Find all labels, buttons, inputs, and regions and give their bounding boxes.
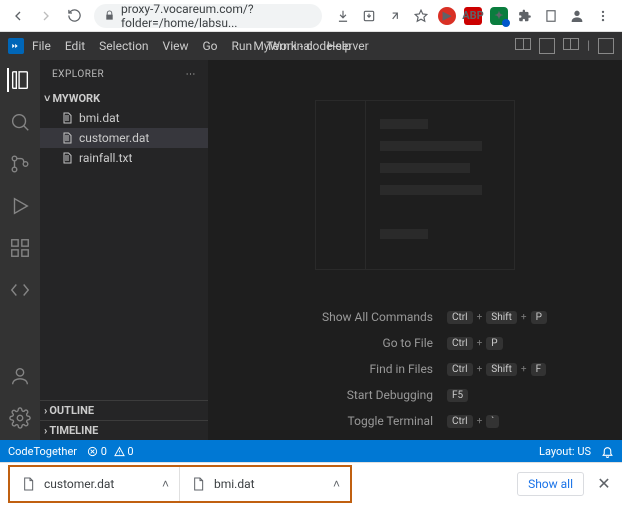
bell-icon[interactable] bbox=[601, 445, 614, 458]
file-item[interactable]: rainfall.txt bbox=[40, 148, 208, 168]
search-icon[interactable] bbox=[8, 110, 32, 134]
chevron-up-icon[interactable]: ˄ bbox=[162, 477, 169, 491]
vscode-window: File Edit Selection View Go Run Terminal… bbox=[0, 32, 622, 462]
bookmark-square-icon[interactable] bbox=[542, 7, 560, 25]
browser-extensions: ▶ ABP ✦ bbox=[330, 7, 616, 25]
file-item[interactable]: customer.dat bbox=[40, 128, 208, 148]
download-shelf: customer.dat ˄ bmi.dat ˄ Show all ✕ bbox=[0, 462, 622, 504]
install-icon[interactable] bbox=[360, 7, 378, 25]
file-name: customer.dat bbox=[79, 131, 149, 145]
menu-run[interactable]: Run bbox=[232, 39, 253, 53]
kebab-icon[interactable] bbox=[594, 7, 612, 25]
menu-file[interactable]: File bbox=[32, 39, 51, 53]
titlebar: File Edit Selection View Go Run Terminal… bbox=[0, 32, 622, 60]
extension-icon[interactable]: ▶ bbox=[438, 7, 456, 25]
download-filename: customer.dat bbox=[44, 477, 114, 491]
menu-edit[interactable]: Edit bbox=[65, 39, 85, 53]
extensions-puzzle-icon[interactable] bbox=[516, 7, 534, 25]
layout-panel-icon[interactable] bbox=[539, 38, 555, 54]
app-logo-icon bbox=[8, 38, 24, 54]
download-filename: bmi.dat bbox=[214, 477, 255, 491]
lock-icon bbox=[104, 10, 115, 21]
status-problems[interactable]: 0 0 bbox=[87, 445, 134, 458]
file-name: rainfall.txt bbox=[79, 151, 132, 165]
chevron-right-icon: › bbox=[44, 424, 47, 437]
accounts-icon[interactable] bbox=[8, 364, 32, 388]
timeline-section[interactable]: ›TIMELINE bbox=[40, 420, 208, 440]
outline-section[interactable]: ›OUTLINE bbox=[40, 400, 208, 420]
project-name: MYWORK bbox=[52, 92, 100, 105]
menu-selection[interactable]: Selection bbox=[99, 39, 148, 53]
abp-icon[interactable]: ABP bbox=[464, 7, 482, 25]
file-icon bbox=[20, 476, 36, 492]
project-header[interactable]: ˅ MYWORK bbox=[40, 88, 208, 108]
cmd-start-debugging: Start Debugging F5 bbox=[208, 388, 622, 402]
window-title: MyWork - code-server bbox=[253, 39, 368, 53]
activity-bar bbox=[0, 60, 40, 440]
url-text: proxy-7.vocareum.com/?folder=/home/labsu… bbox=[121, 2, 312, 30]
source-control-icon[interactable] bbox=[8, 152, 32, 176]
star-icon[interactable] bbox=[412, 7, 430, 25]
welcome-commands: Show All Commands Ctrl+Shift+P Go to Fil… bbox=[208, 310, 622, 428]
explorer-sidebar: EXPLORER ⋯ ˅ MYWORK bmi.dat customer.dat… bbox=[40, 60, 208, 440]
file-icon bbox=[60, 151, 74, 165]
reload-button[interactable] bbox=[62, 4, 86, 28]
share-icon[interactable] bbox=[386, 7, 404, 25]
cmd-toggle-terminal: Toggle Terminal Ctrl+` bbox=[208, 414, 622, 428]
more-icon[interactable]: ⋯ bbox=[186, 69, 197, 80]
file-name: bmi.dat bbox=[79, 111, 120, 125]
outline-label: OUTLINE bbox=[49, 404, 94, 417]
codetogether-icon[interactable] bbox=[8, 278, 32, 302]
chevron-up-icon[interactable]: ˄ bbox=[333, 477, 340, 491]
explorer-title: EXPLORER bbox=[52, 69, 104, 80]
run-debug-icon[interactable] bbox=[8, 194, 32, 218]
chevron-right-icon: › bbox=[44, 404, 47, 417]
explorer-icon[interactable] bbox=[7, 68, 31, 92]
menu-view[interactable]: View bbox=[163, 39, 189, 53]
gear-icon[interactable] bbox=[8, 406, 32, 430]
file-item[interactable]: bmi.dat bbox=[40, 108, 208, 128]
editor-area: Show All Commands Ctrl+Shift+P Go to Fil… bbox=[208, 60, 622, 440]
status-codetogether[interactable]: CodeTogether bbox=[8, 445, 77, 458]
menu-go[interactable]: Go bbox=[203, 39, 218, 53]
cmd-show-all: Show All Commands Ctrl+Shift+P bbox=[208, 310, 622, 324]
chevron-down-icon: ˅ bbox=[44, 92, 50, 105]
cmd-find-in-files: Find in Files Ctrl+Shift+F bbox=[208, 362, 622, 376]
layout-controls: | bbox=[515, 38, 614, 54]
download-item[interactable]: customer.dat ˄ bbox=[10, 467, 180, 501]
extensions-icon[interactable] bbox=[8, 236, 32, 260]
show-all-button[interactable]: Show all bbox=[517, 472, 584, 496]
cmd-go-to-file: Go to File Ctrl+P bbox=[208, 336, 622, 350]
download-icon[interactable] bbox=[334, 7, 352, 25]
layout-sidebar-left-icon[interactable] bbox=[515, 38, 531, 50]
forward-button[interactable] bbox=[34, 4, 58, 28]
file-icon bbox=[60, 111, 74, 125]
file-icon bbox=[190, 476, 206, 492]
layout-customize-icon[interactable] bbox=[598, 38, 614, 54]
profile-icon[interactable] bbox=[568, 7, 586, 25]
address-bar[interactable]: proxy-7.vocareum.com/?folder=/home/labsu… bbox=[94, 4, 322, 28]
download-item[interactable]: bmi.dat ˄ bbox=[180, 467, 350, 501]
download-highlight: customer.dat ˄ bmi.dat ˄ bbox=[8, 465, 352, 503]
browser-toolbar: proxy-7.vocareum.com/?folder=/home/labsu… bbox=[0, 0, 622, 32]
status-layout[interactable]: Layout: US bbox=[539, 445, 591, 458]
close-icon[interactable]: ✕ bbox=[594, 474, 614, 493]
layout-sidebar-right-icon[interactable] bbox=[563, 38, 579, 50]
timeline-label: TIMELINE bbox=[49, 424, 98, 437]
welcome-graphic bbox=[315, 100, 515, 270]
status-bar: CodeTogether 0 0 Layout: US bbox=[0, 440, 622, 462]
file-icon bbox=[60, 131, 74, 145]
back-button[interactable] bbox=[6, 4, 30, 28]
extension-green-icon[interactable]: ✦ bbox=[490, 7, 508, 25]
